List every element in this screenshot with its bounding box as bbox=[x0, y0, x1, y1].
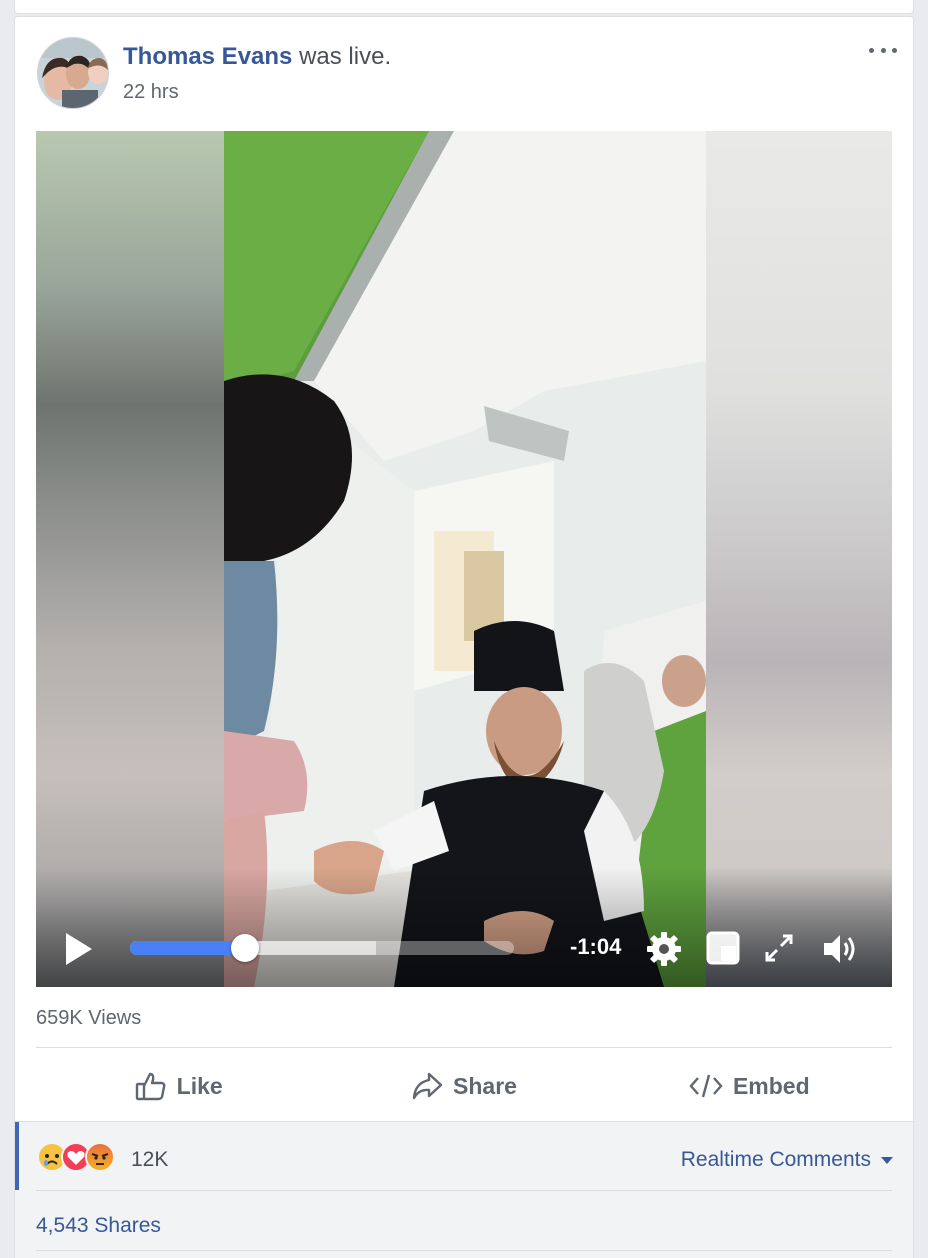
ellipsis-icon[interactable] bbox=[869, 41, 897, 59]
avatar[interactable] bbox=[37, 37, 109, 109]
action-bar: Like Share Embed bbox=[36, 1055, 892, 1117]
video-blur-left bbox=[36, 131, 224, 987]
like-label: Like bbox=[176, 1072, 223, 1099]
thumbs-up-icon bbox=[135, 1070, 167, 1102]
progress-handle[interactable] bbox=[231, 934, 260, 962]
picture-in-picture-icon[interactable] bbox=[706, 931, 740, 965]
video-frame bbox=[224, 131, 706, 987]
divider bbox=[36, 1250, 892, 1251]
caret-down-icon bbox=[881, 1156, 893, 1164]
accent-bar bbox=[15, 1122, 19, 1190]
controls-overlay bbox=[36, 867, 892, 987]
reactions-section: 12K Realtime Comments 4,543 Shares bbox=[15, 1121, 913, 1258]
view-count: 659K Views bbox=[36, 1007, 142, 1029]
share-arrow-icon bbox=[411, 1071, 443, 1101]
volume-icon[interactable] bbox=[820, 931, 860, 967]
author-name[interactable]: Thomas Evans bbox=[123, 43, 292, 70]
share-button[interactable]: Share bbox=[321, 1055, 606, 1117]
embed-label: Embed bbox=[732, 1072, 810, 1099]
reaction-icons[interactable] bbox=[37, 1142, 115, 1172]
embed-button[interactable]: Embed bbox=[607, 1055, 892, 1117]
play-icon[interactable] bbox=[64, 931, 94, 967]
fullscreen-icon[interactable] bbox=[762, 931, 796, 965]
share-label: Share bbox=[453, 1072, 517, 1099]
divider bbox=[36, 1190, 892, 1191]
author-action: was live. bbox=[299, 43, 392, 70]
video-player[interactable]: -1:04 bbox=[36, 131, 892, 987]
reaction-count[interactable]: 12K bbox=[131, 1148, 168, 1172]
comments-filter-label: Realtime Comments bbox=[680, 1148, 871, 1171]
post-timestamp[interactable]: 22 hrs bbox=[123, 81, 179, 104]
divider bbox=[36, 1047, 892, 1048]
share-count[interactable]: 4,543 Shares bbox=[36, 1214, 161, 1238]
progress-played bbox=[130, 941, 246, 955]
progress-bar[interactable] bbox=[130, 941, 514, 955]
code-brackets-icon bbox=[689, 1073, 723, 1099]
angry-reaction-icon bbox=[85, 1142, 115, 1172]
like-button[interactable]: Like bbox=[36, 1055, 321, 1117]
post-header: Thomas Evans was live. bbox=[123, 43, 391, 71]
gear-icon[interactable] bbox=[646, 931, 682, 967]
previous-post-card bbox=[14, 0, 914, 14]
video-blur-right bbox=[706, 131, 892, 987]
post-card: Thomas Evans was live. 22 hrs -1:04 659K… bbox=[14, 16, 914, 1258]
time-remaining: -1:04 bbox=[570, 934, 622, 959]
comments-filter-dropdown[interactable]: Realtime Comments bbox=[681, 1148, 893, 1172]
